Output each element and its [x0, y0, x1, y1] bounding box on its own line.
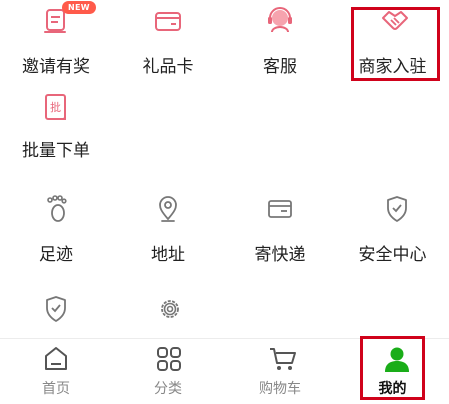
nav-category[interactable]: 分类	[112, 342, 224, 400]
merchant-join-label: 商家入驻	[358, 57, 427, 77]
invite-reward-tile[interactable]: NEW 邀请有奖	[0, 0, 112, 80]
svg-text:批: 批	[50, 100, 61, 114]
batch-order-icon: 批	[41, 92, 71, 124]
footprint-icon	[42, 194, 70, 224]
handshake-icon	[380, 6, 410, 34]
batch-order-label: 批量下单	[22, 141, 90, 161]
shield-check-icon	[43, 294, 69, 324]
nav-cart[interactable]: 购物车	[224, 342, 336, 400]
gift-card-tile[interactable]: 礼品卡	[112, 0, 224, 80]
customer-service-tile[interactable]: 客服	[224, 0, 336, 80]
security-center-label: 安全中心	[358, 245, 427, 265]
address-label: 地址	[151, 245, 185, 265]
footprint-tile[interactable]: 足迹	[0, 190, 112, 265]
shield-tile[interactable]	[0, 290, 112, 330]
nav-profile-label: 我的	[378, 381, 407, 397]
customer-service-label: 客服	[263, 57, 297, 77]
nav-profile[interactable]: 我的	[336, 342, 449, 400]
nav-cart-label: 购物车	[259, 381, 301, 397]
security-center-tile[interactable]: 安全中心	[336, 190, 449, 265]
parcel-icon	[266, 196, 294, 222]
send-parcel-label: 寄快递	[254, 245, 306, 265]
settings-tile[interactable]	[112, 290, 224, 330]
nav-home[interactable]: 首页	[0, 342, 112, 400]
cart-icon	[268, 345, 298, 373]
address-tile[interactable]: 地址	[112, 190, 224, 265]
new-badge: NEW	[62, 1, 96, 14]
nav-category-label: 分类	[154, 381, 182, 397]
nav-home-label: 首页	[42, 381, 70, 397]
gear-icon	[156, 295, 184, 323]
gift-card-icon	[152, 6, 184, 36]
gift-card-label: 礼品卡	[142, 57, 194, 77]
send-parcel-tile[interactable]: 寄快递	[224, 190, 336, 265]
batch-order-tile[interactable]: 批 批量下单	[0, 88, 112, 161]
home-icon	[43, 345, 69, 373]
shield-check-icon	[384, 194, 410, 224]
bottom-nav-divider	[0, 338, 449, 339]
category-icon	[155, 345, 183, 373]
location-icon	[155, 194, 181, 224]
invite-reward-label: 邀请有奖	[22, 57, 90, 77]
customer-service-icon	[264, 4, 296, 36]
footprint-label: 足迹	[39, 245, 73, 265]
profile-icon	[383, 345, 411, 373]
merchant-join-tile[interactable]: 商家入驻	[336, 0, 449, 80]
